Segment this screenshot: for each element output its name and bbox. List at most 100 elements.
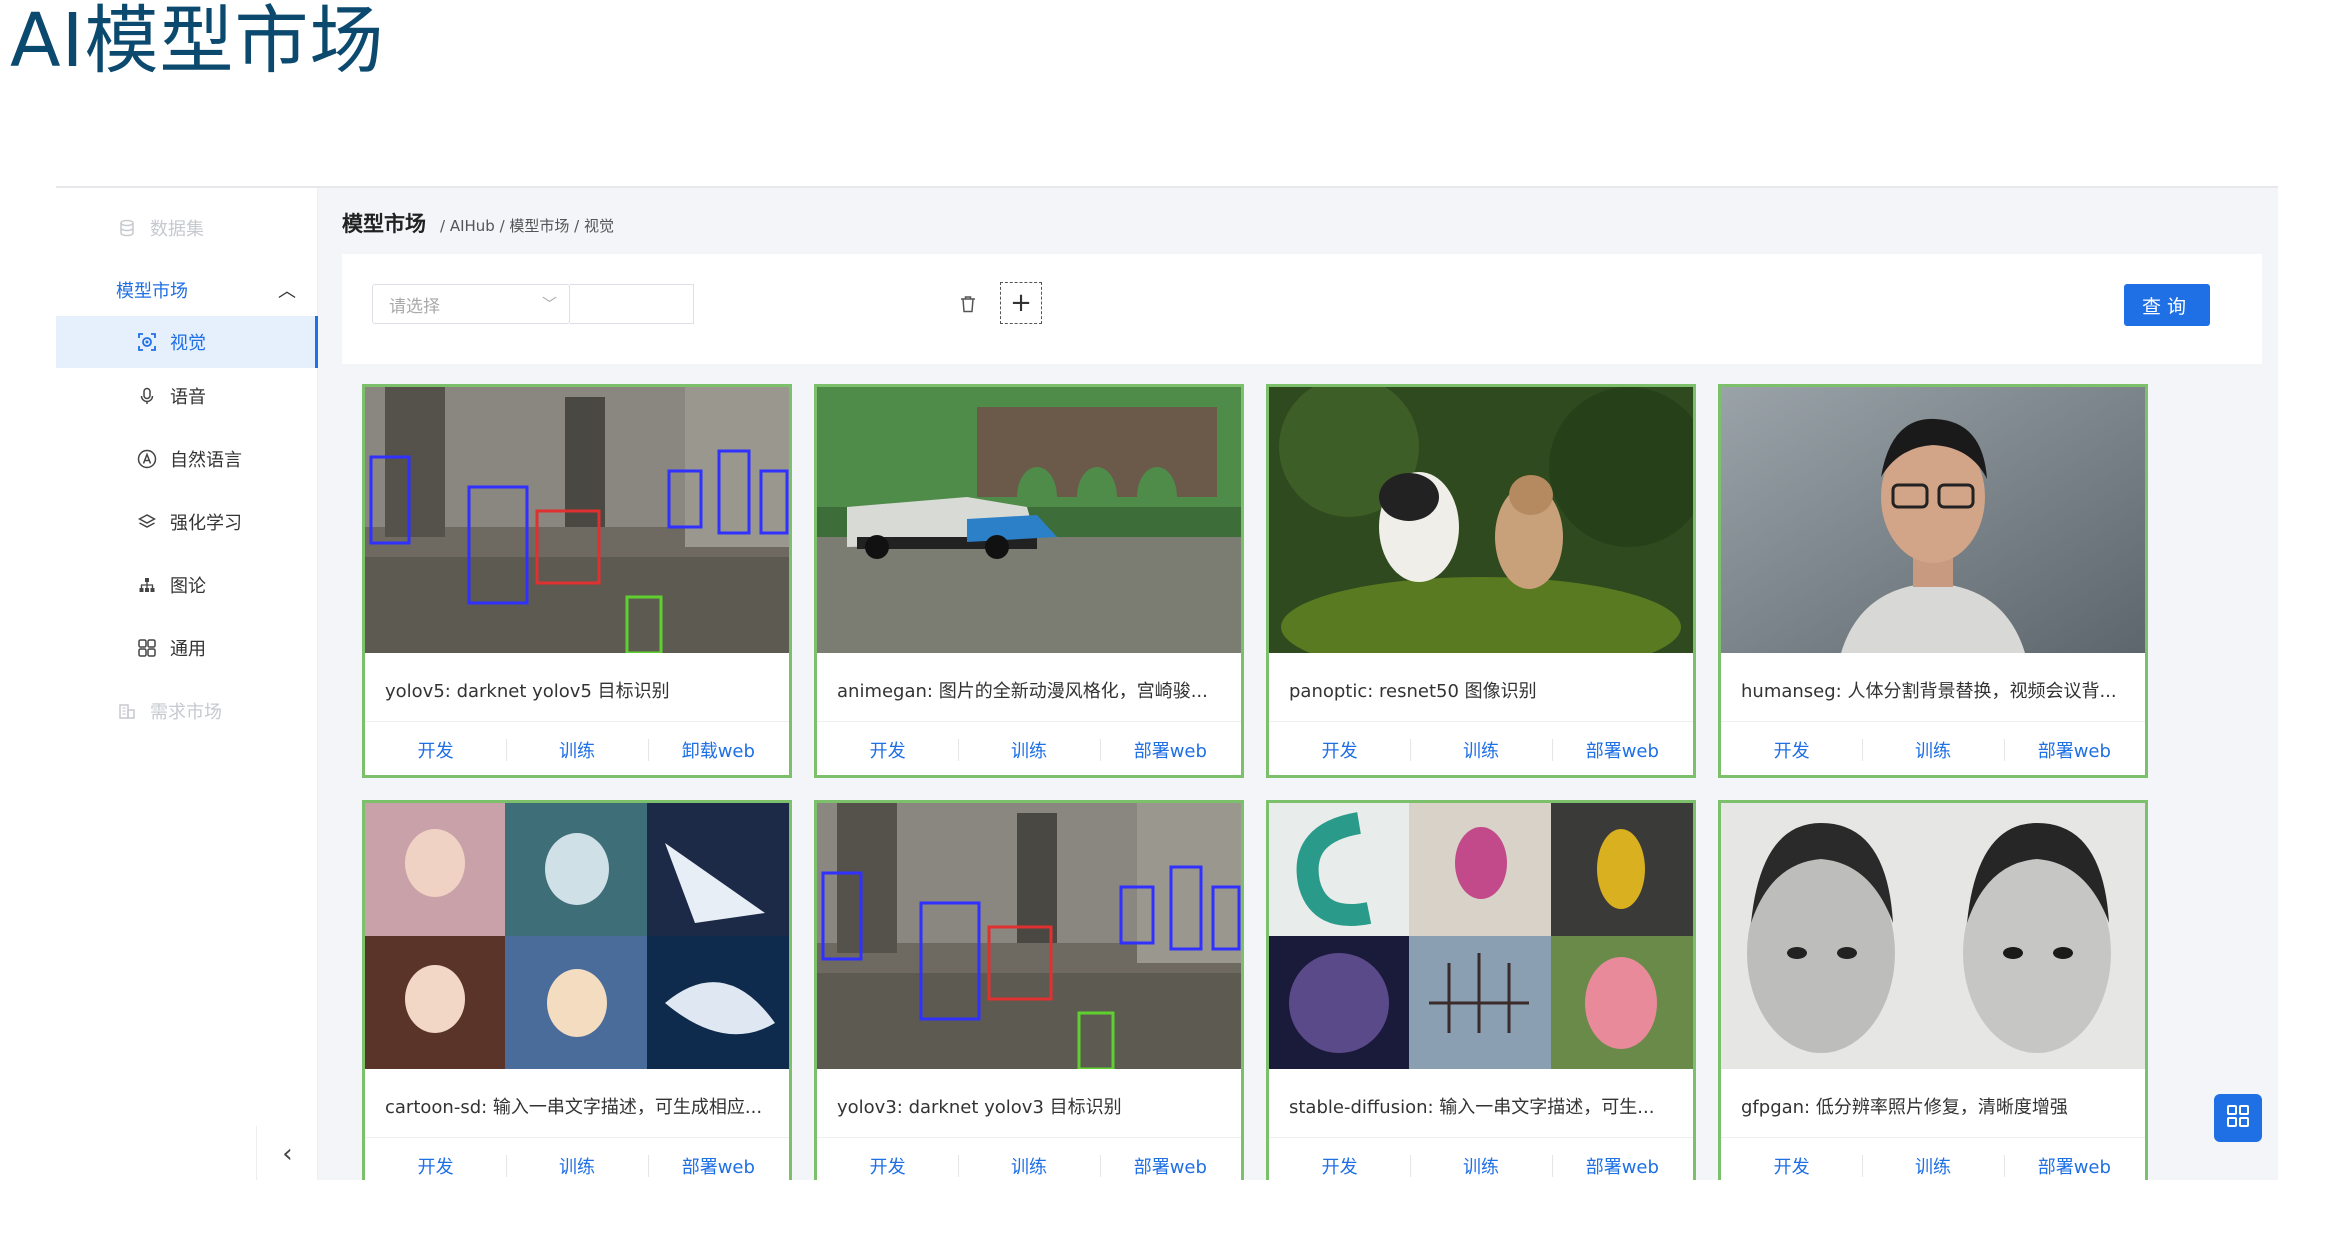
develop-button[interactable]: 开发 <box>1269 1141 1410 1180</box>
sidebar: 数据集 模型市场 ︿ 视觉 语音 自然语言 强化学习 图论 通用 需求市场 ‹ <box>56 188 318 1180</box>
model-card[interactable]: stable-diffusion: 输入一串文字描述，可生... 开发 训练 部… <box>1266 800 1696 1180</box>
web-button[interactable]: 部署web <box>1551 725 1693 775</box>
sidebar-item-demand-market[interactable]: 需求市场 <box>56 685 318 737</box>
sidebar-item-general[interactable]: 通用 <box>56 622 318 674</box>
card-divider <box>1269 1137 1693 1138</box>
microphone-icon <box>136 385 158 407</box>
develop-button[interactable]: 开发 <box>817 725 958 775</box>
train-button[interactable]: 训练 <box>506 725 647 775</box>
slide-title: AI模型市场 <box>10 0 385 84</box>
card-image-detection <box>817 803 1241 1069</box>
card-divider <box>1269 721 1693 722</box>
letter-a-icon <box>136 448 158 470</box>
card-title: gfpgan: 低分辨率照片修复，清晰度增强 <box>1741 1097 2068 1118</box>
select-placeholder: 请选择 <box>389 296 440 317</box>
train-button[interactable]: 训练 <box>958 1141 1099 1180</box>
web-button[interactable]: 部署web <box>2003 1141 2145 1180</box>
model-card[interactable]: panoptic: resnet50 图像识别 开发 训练 部署web <box>1266 384 1696 778</box>
grid-icon <box>2225 1103 2251 1133</box>
web-button[interactable]: 部署web <box>2003 725 2145 775</box>
card-actions: 开发 训练 部署web <box>365 1141 789 1180</box>
chevron-down-icon: ﹀ <box>541 295 557 313</box>
card-divider <box>1721 1137 2145 1138</box>
breadcrumb: 模型市场 / AIHub / 模型市场 / 视觉 <box>342 208 614 238</box>
floating-grid-button[interactable] <box>2214 1094 2262 1142</box>
app-window: 数据集 模型市场 ︿ 视觉 语音 自然语言 强化学习 图论 通用 需求市场 ‹ … <box>56 186 2278 1180</box>
develop-button[interactable]: 开发 <box>1269 725 1410 775</box>
sidebar-item-graph[interactable]: 图论 <box>56 559 318 611</box>
web-button[interactable]: 卸载web <box>647 725 789 775</box>
page-title: 模型市场 <box>342 212 426 236</box>
card-divider <box>1721 721 2145 722</box>
card-image-anime <box>817 387 1241 653</box>
grid-icon <box>136 637 158 659</box>
train-button[interactable]: 训练 <box>1862 725 2003 775</box>
sidebar-item-rl[interactable]: 强化学习 <box>56 496 318 548</box>
develop-button[interactable]: 开发 <box>365 1141 506 1180</box>
sidebar-item-speech[interactable]: 语音 <box>56 370 318 422</box>
sidebar-item-label: 图论 <box>170 576 206 597</box>
web-button[interactable]: 部署web <box>1551 1141 1693 1180</box>
filter-input[interactable] <box>570 284 694 324</box>
card-actions: 开发 训练 部署web <box>1269 725 1693 775</box>
card-title: panoptic: resnet50 图像识别 <box>1289 681 1537 702</box>
develop-button[interactable]: 开发 <box>365 725 506 775</box>
card-title: animegan: 图片的全新动漫风格化，宫崎骏... <box>837 681 1208 702</box>
card-actions: 开发 训练 部署web <box>1721 1141 2145 1180</box>
develop-button[interactable]: 开发 <box>1721 1141 1862 1180</box>
sidebar-item-label: 自然语言 <box>170 450 242 471</box>
chevron-left-icon: ‹ <box>282 1139 293 1169</box>
sidebar-item-nlp[interactable]: 自然语言 <box>56 433 318 485</box>
sidebar-item-dataset[interactable]: 数据集 <box>56 202 318 254</box>
query-button[interactable]: 查询 <box>2124 284 2210 326</box>
card-title: stable-diffusion: 输入一串文字描述，可生... <box>1289 1097 1655 1118</box>
develop-button[interactable]: 开发 <box>817 1141 958 1180</box>
card-image-face-restore <box>1721 803 2145 1069</box>
sidebar-item-label: 需求市场 <box>150 702 222 723</box>
card-title: yolov5: darknet yolov5 目标识别 <box>385 681 670 702</box>
model-card[interactable]: humanseg: 人体分割背景替换，视频会议背... 开发 训练 部署web <box>1718 384 2148 778</box>
breadcrumb-path[interactable]: / AIHub / 模型市场 / 视觉 <box>440 215 614 236</box>
card-image-anime-collage <box>365 803 789 1069</box>
train-button[interactable]: 训练 <box>1410 1141 1551 1180</box>
develop-button[interactable]: 开发 <box>1721 725 1862 775</box>
sidebar-item-model-market[interactable]: 模型市场 ︿ <box>56 264 318 316</box>
model-card[interactable]: animegan: 图片的全新动漫风格化，宫崎骏... 开发 训练 部署web <box>814 384 1244 778</box>
add-filter-button[interactable]: + <box>1000 282 1042 324</box>
web-button[interactable]: 部署web <box>1099 725 1241 775</box>
category-select[interactable]: 请选择 ﹀ <box>372 284 570 324</box>
sidebar-item-label: 强化学习 <box>170 513 242 534</box>
model-card[interactable]: yolov5: darknet yolov5 目标识别 开发 训练 卸载web <box>362 384 792 778</box>
card-divider <box>817 721 1241 722</box>
card-actions: 开发 训练 卸载web <box>365 725 789 775</box>
web-button[interactable]: 部署web <box>1099 1141 1241 1180</box>
web-button[interactable]: 部署web <box>647 1141 789 1180</box>
card-title: humanseg: 人体分割背景替换，视频会议背... <box>1741 681 2117 702</box>
sidebar-collapse-button[interactable]: ‹ <box>256 1126 318 1180</box>
layers-icon <box>136 511 158 533</box>
sidebar-item-label: 模型市场 <box>116 281 188 302</box>
card-image-art-collage <box>1269 803 1693 1069</box>
model-card[interactable]: yolov3: darknet yolov3 目标识别 开发 训练 部署web <box>814 800 1244 1180</box>
card-divider <box>365 1137 789 1138</box>
card-image-pets <box>1269 387 1693 653</box>
train-button[interactable]: 训练 <box>506 1141 647 1180</box>
card-title: yolov3: darknet yolov3 目标识别 <box>837 1097 1122 1118</box>
train-button[interactable]: 训练 <box>1410 725 1551 775</box>
card-title: cartoon-sd: 输入一串文字描述，可生成相应... <box>385 1097 763 1118</box>
model-card[interactable]: gfpgan: 低分辨率照片修复，清晰度增强 开发 训练 部署web <box>1718 800 2148 1180</box>
train-button[interactable]: 训练 <box>1862 1141 2003 1180</box>
card-image-detection <box>365 387 789 653</box>
train-button[interactable]: 训练 <box>958 725 1099 775</box>
chevron-up-icon: ︿ <box>278 281 296 302</box>
model-card[interactable]: cartoon-sd: 输入一串文字描述，可生成相应... 开发 训练 部署we… <box>362 800 792 1180</box>
sidebar-item-label: 数据集 <box>150 219 204 240</box>
card-actions: 开发 训练 部署web <box>817 1141 1241 1180</box>
card-divider <box>365 721 789 722</box>
trash-icon[interactable] <box>956 290 980 318</box>
sidebar-item-vision[interactable]: 视觉 <box>56 316 318 368</box>
card-actions: 开发 训练 部署web <box>1721 725 2145 775</box>
card-actions: 开发 训练 部署web <box>817 725 1241 775</box>
sidebar-item-label: 通用 <box>170 639 206 660</box>
plus-icon: + <box>1010 288 1032 318</box>
